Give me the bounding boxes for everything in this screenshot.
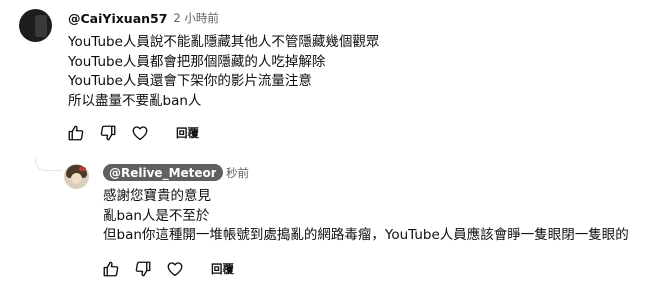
heart-icon[interactable] <box>165 259 185 279</box>
reply-time[interactable]: 0 秒前 <box>215 165 249 181</box>
comment-time[interactable]: 2 小時前 <box>173 10 218 26</box>
comment-line: YouTube人員還會下架你的影片流量注意 <box>68 73 312 89</box>
comment-line: 所以盡量不要亂ban人 <box>68 92 202 109</box>
avatar[interactable] <box>19 9 52 42</box>
reply-author[interactable]: @Relive_Meteor <box>103 164 223 181</box>
thumbs-up-icon[interactable] <box>101 259 121 279</box>
heart-icon[interactable] <box>130 123 150 143</box>
reply-line: 感謝您寶貴的意見 <box>103 188 211 204</box>
comment-author[interactable]: @CaiYixuan57 <box>68 11 167 26</box>
reply-line: 亂ban人是不至於 <box>103 207 210 224</box>
thumbs-up-icon[interactable] <box>66 123 86 143</box>
reply-text: 感謝您寶貴的意見 亂ban人是不至於 但ban你這種開一堆帳號到處搗亂的網路毒瘤… <box>103 187 629 246</box>
comment-line: YouTube人員都會把那個隱藏的人吃掉解除 <box>68 53 326 70</box>
comment-line: YouTube人員說不能亂隱藏其他人不管隱藏幾個觀眾 <box>68 34 380 50</box>
thumbs-down-icon[interactable] <box>98 123 118 143</box>
thread-connector <box>35 158 62 171</box>
comment-text: YouTube人員說不能亂隱藏其他人不管隱藏幾個觀眾 YouTube人員都會把那… <box>68 33 379 111</box>
comment-header: @CaiYixuan57 2 小時前 <box>68 10 219 26</box>
avatar[interactable] <box>64 164 89 189</box>
comment-actions: 回覆 <box>66 123 199 143</box>
reply-actions: 回覆 <box>101 259 234 279</box>
reply-button[interactable]: 回覆 <box>176 125 199 141</box>
reply-button[interactable]: 回覆 <box>211 261 234 277</box>
reply-line: 但ban你這種開一堆帳號到處搗亂的網路毒瘤，YouTube人員應該會睜一隻眼閉一… <box>103 227 629 243</box>
thumbs-down-icon[interactable] <box>133 259 153 279</box>
